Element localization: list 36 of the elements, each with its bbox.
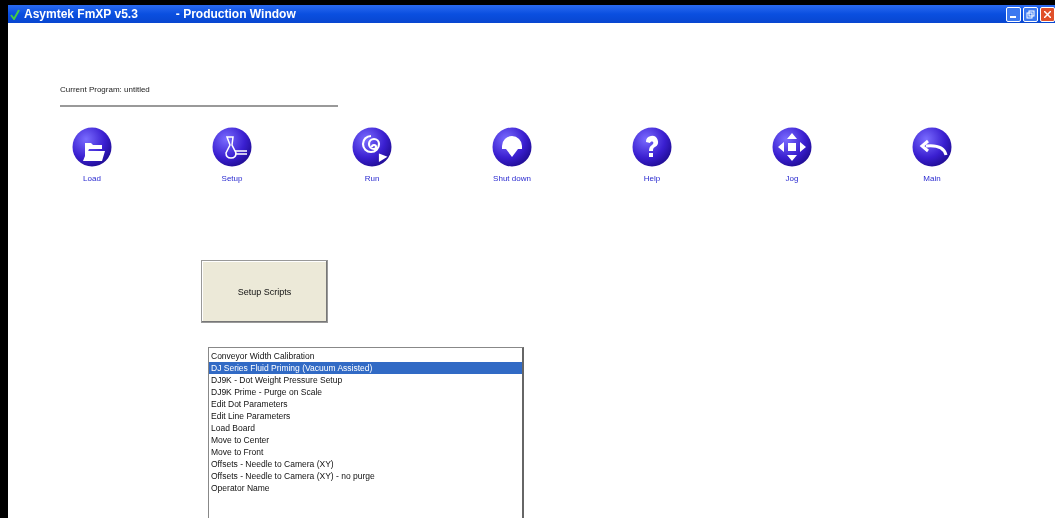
- list-item[interactable]: Edit Line Parameters: [209, 410, 522, 422]
- load-icon: [72, 127, 112, 167]
- toolbar-button[interactable]: Main: [902, 127, 1042, 183]
- list-item[interactable]: Conveyor Width Calibration: [209, 350, 522, 362]
- list-item[interactable]: Move to Front: [209, 446, 522, 458]
- list-item[interactable]: Edit Dot Parameters: [209, 398, 522, 410]
- jog-icon: [772, 127, 812, 167]
- restore-button[interactable]: [1023, 6, 1038, 22]
- toolbar-button[interactable]: Run: [342, 127, 482, 183]
- current-program-label: Current Program: untitled: [60, 85, 338, 107]
- close-button[interactable]: [1040, 6, 1055, 22]
- list-item[interactable]: DJ9K - Dot Weight Pressure Setup: [209, 374, 522, 386]
- toolbar-button[interactable]: Help: [622, 127, 762, 183]
- list-item[interactable]: Move to Center: [209, 434, 522, 446]
- toolbar-button[interactable]: Shut down: [482, 127, 622, 183]
- window-subtitle: - Production Window: [175, 7, 296, 21]
- setup-icon: [212, 127, 252, 167]
- shutdown-icon: [492, 127, 532, 167]
- help-icon: [632, 127, 672, 167]
- app-check-icon: [10, 8, 20, 20]
- toolbar-button[interactable]: Setup: [202, 127, 342, 183]
- toolbar-button[interactable]: Load: [62, 127, 202, 183]
- list-item[interactable]: Load Board: [209, 422, 522, 434]
- list-item[interactable]: DJ9K Prime - Purge on Scale: [209, 386, 522, 398]
- list-item[interactable]: Offsets - Needle to Camera (XY): [209, 458, 522, 470]
- close-icon: [1044, 10, 1051, 18]
- main-icon: [912, 127, 952, 167]
- toolbar-button[interactable]: Jog: [762, 127, 902, 183]
- run-icon: [352, 127, 392, 167]
- list-item[interactable]: DJ Series Fluid Priming (Vacuum Assisted): [209, 362, 522, 374]
- restore-icon: [1026, 9, 1035, 19]
- minimize-button[interactable]: [1006, 6, 1021, 22]
- list-item[interactable]: Offsets - Needle to Camera (XY) - no purge: [209, 470, 522, 482]
- setup-scripts-button[interactable]: Setup Scripts: [201, 260, 328, 323]
- window-title: Asymtek FmXP v5.3: [24, 7, 138, 21]
- list-item[interactable]: Operator Name: [209, 482, 522, 494]
